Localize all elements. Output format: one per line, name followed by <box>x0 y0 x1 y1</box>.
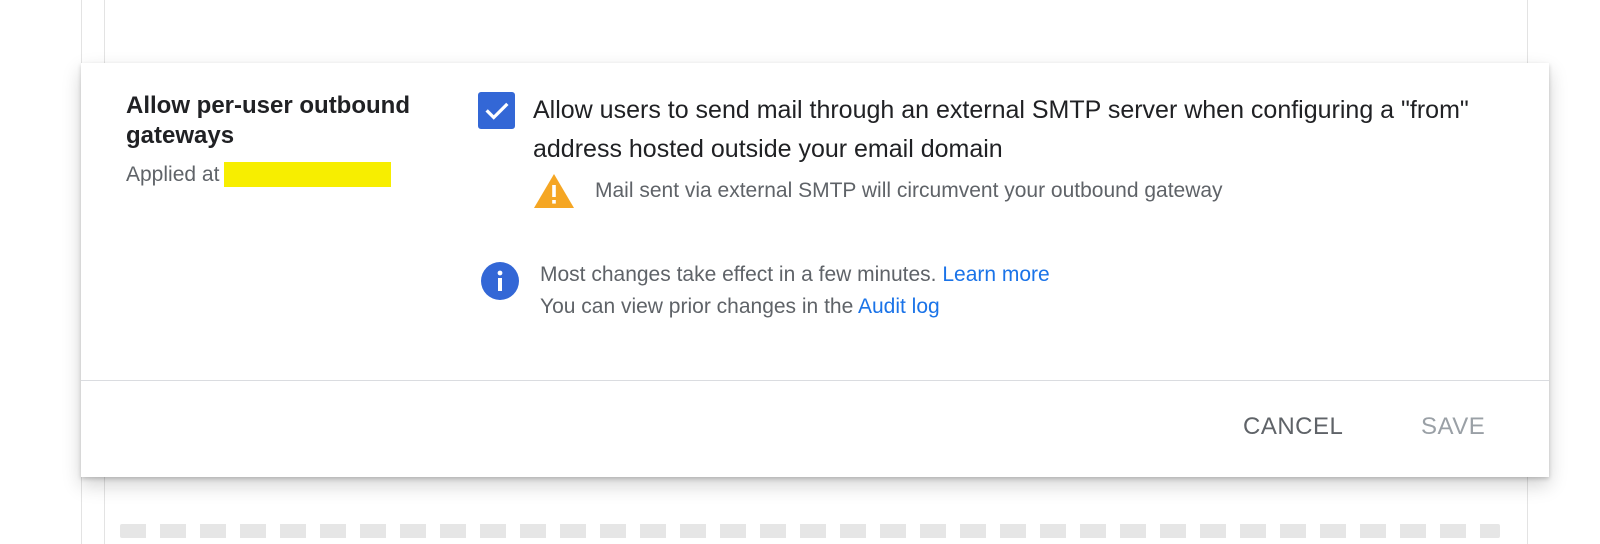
audit-log-link[interactable]: Audit log <box>858 295 940 318</box>
info-line-1: Most changes take effect in a few minute… <box>540 259 1050 291</box>
applied-at-label: Applied at <box>126 162 220 186</box>
learn-more-link[interactable]: Learn more <box>942 263 1049 286</box>
info-icon <box>481 262 519 300</box>
card-divider <box>81 380 1549 381</box>
warning-row: Mail sent via external SMTP will circumv… <box>533 173 1223 209</box>
info-line-2: You can view prior changes in the Audit … <box>540 291 1050 323</box>
info-message: Most changes take effect in a few minute… <box>540 259 1050 323</box>
info-line-2-text: You can view prior changes in the <box>540 295 854 318</box>
setting-title: Allow per-user outbound gateways <box>126 92 410 149</box>
background-text-peek <box>120 524 1500 538</box>
info-line-1-text: Most changes take effect in a few minute… <box>540 263 937 286</box>
applied-at-row: Applied at <box>126 162 392 187</box>
redacted-org-unit <box>224 162 392 187</box>
admin-settings-page: Allow per-user outbound gateways Applied… <box>0 0 1600 544</box>
setting-edit-card: Allow per-user outbound gateways Applied… <box>81 63 1549 477</box>
save-button[interactable]: SAVE <box>1421 413 1485 441</box>
check-icon <box>484 102 509 120</box>
warning-triangle-icon <box>534 174 574 208</box>
warning-text: Mail sent via external SMTP will circumv… <box>595 179 1223 202</box>
smtp-option-checkbox[interactable] <box>478 92 515 129</box>
smtp-option-label: Allow users to send mail through an exte… <box>533 96 1469 163</box>
cancel-button[interactable]: CANCEL <box>1243 413 1343 441</box>
